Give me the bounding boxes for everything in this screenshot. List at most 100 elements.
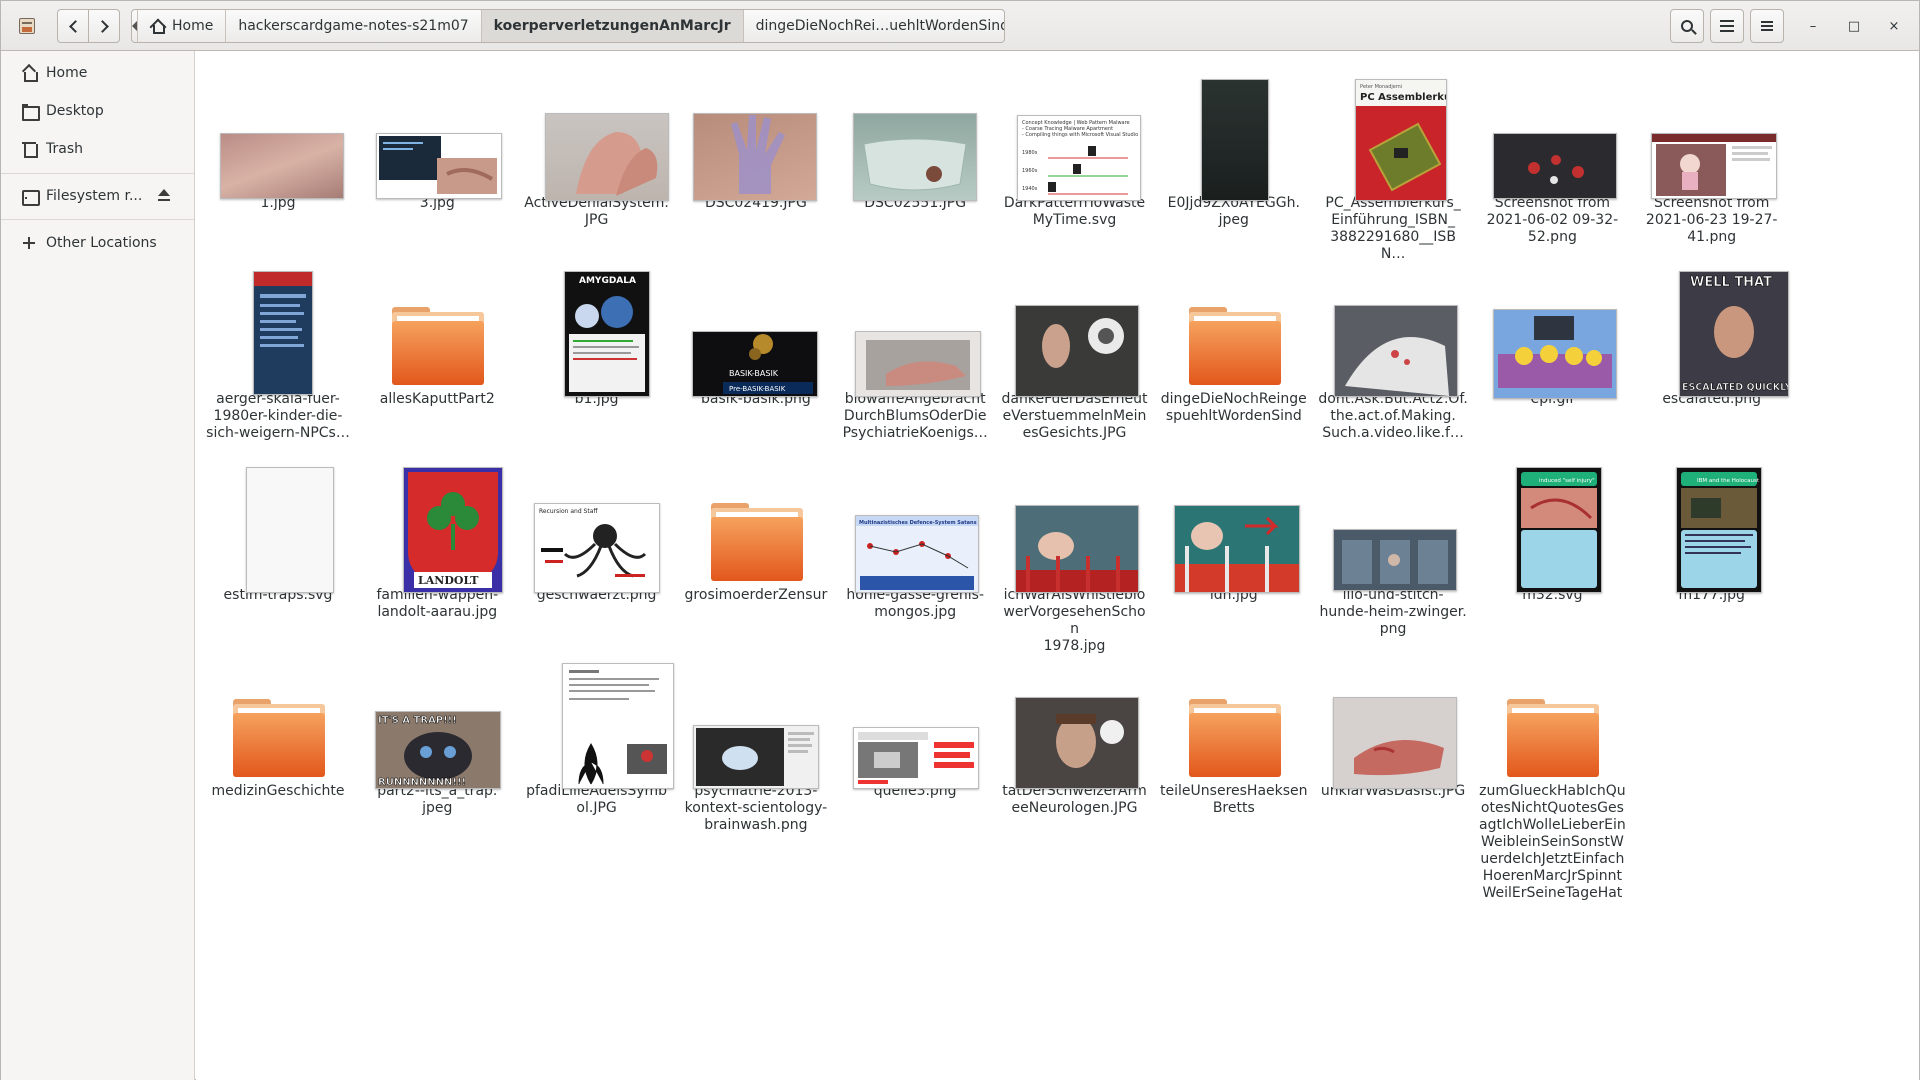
sidebar-item-trash[interactable]: Trash [1,131,194,167]
file-item[interactable]: DSC02419.JPG [676,63,836,212]
sidebar-item-desktop[interactable]: Desktop [1,93,194,129]
folder-icon-wrapper [1472,651,1632,781]
file-item[interactable]: Peter Monadjemi PC Assemblerkurs PC_Asse… [1313,63,1473,263]
file-item[interactable]: dankeFuerDasErneut eVerstuemmelnMein esG… [995,259,1155,442]
svg-text:1940s: 1940s [1022,186,1038,192]
thumbnail [995,651,1155,789]
breadcrumb-hackerscardgame[interactable]: hackerscardgame-notes-s21m07 [226,10,482,42]
file-item[interactable]: dont.Ask.But.Act2.Of. the.act.of.Making.… [1313,259,1473,442]
sidebar-item-filesystem[interactable]: Filesystem r... [1,178,194,214]
header-bar: Home hackerscardgame-notes-s21m07 koerpe… [1,1,1919,51]
file-item[interactable]: Multinazistisches Defence-System Satans … [835,455,995,621]
thumbnail [1154,455,1314,593]
file-item[interactable]: lilo-und-stitch- hunde-heim-zwinger. png [1313,455,1473,638]
folder-item[interactable]: allesKaputtPart2 [357,259,517,408]
file-item[interactable]: Recursion and Staff geschwaerzt.png [517,455,677,604]
file-item[interactable]: BASIK-BASIK Pre-BASIK-BASIK basik-basik.p… [676,259,836,408]
file-item[interactable]: epi.gif [1472,259,1632,408]
folder-icon-wrapper [1154,651,1314,781]
thumbnail [1313,455,1473,591]
sidebar-item-label: Trash [46,141,83,157]
file-name-label: dankeFuerDasErneut eVerstuemmelnMein esG… [1001,391,1148,441]
file-item[interactable]: AMYGDALA b1.jpg [517,259,677,408]
file-name-label: psychiatrie-2013- kontext-scientology- b… [684,783,828,833]
svg-text:1980s: 1980s [1022,150,1038,156]
sidebar-item-label: Other Locations [46,235,157,251]
file-item[interactable]: Concept Knowledge | Web Pattern Malware … [995,63,1155,229]
file-item[interactable]: tatDerSchweizerArm eeNeurologen.JPG [995,651,1155,817]
file-item[interactable]: E0Jjd9ZXoAYEGGh. jpeg [1154,63,1314,229]
file-item[interactable]: 1.jpg [198,63,358,212]
view-toggle-button[interactable] [1710,9,1744,43]
file-item[interactable]: 3.jpg [357,63,517,212]
search-button[interactable] [1670,9,1704,43]
folder-icon-wrapper [676,455,836,585]
sidebar-item-label: Home [46,65,88,81]
file-item[interactable]: estim-traps.svg [198,455,358,604]
svg-text:induced "self injury": induced "self injury" [1539,478,1595,484]
file-name-label: PC_Assemblerkurs_ Einführung_ISBN_ 38822… [1325,195,1461,262]
file-grid: 1.jpg 3.jpg ActiveDenialSystem. JPG DSC0241… [196,51,1919,1080]
minimize-button[interactable]: – [1802,15,1824,37]
file-name-label: Screenshot from 2021-06-02 09-32- 52.png [1486,195,1619,245]
file-item[interactable]: induced "self injury" m32.svg [1472,455,1632,604]
svg-text:PC Assemblerkurs: PC Assemblerkurs [1360,92,1446,103]
folder-item[interactable]: medizinGeschichte [198,651,358,800]
chevron-right-icon [95,19,109,33]
file-item[interactable]: Screenshot from 2021-06-02 09-32- 52.png [1472,63,1632,246]
main-menu-button[interactable] [1750,9,1784,43]
thumbnail: Multinazistisches Defence-System Satans [835,455,995,593]
close-button[interactable]: × [1883,15,1905,37]
forward-button[interactable] [88,9,120,43]
hamburger-menu-icon [1761,21,1773,31]
file-item[interactable]: quelle3.png [835,651,995,800]
sidebar-item-label: Filesystem r... [46,188,143,204]
folder-icon-wrapper [357,259,517,389]
app-menu-icon[interactable] [19,18,35,34]
file-item[interactable]: unklarWasDasIst.JPG [1313,651,1473,800]
file-item[interactable]: Screenshot from 2021-06-23 19-27- 41.png [1632,63,1792,246]
folder-item[interactable]: teileUnseresHaeksen Bretts [1154,651,1314,817]
file-name-label: medizinGeschichte [211,783,345,799]
file-item[interactable]: IT'S A TRAP!!! RUNNNNNNN!!! part2--its_a_… [357,651,517,817]
file-name-label: allesKaputtPart2 [379,391,495,407]
breadcrumb-current-folder[interactable]: koerperverletzungenAnMarcJr [481,10,744,42]
folder-icon [392,307,485,385]
folder-item[interactable]: grosimoerderZensur [676,455,836,604]
thumbnail [1472,259,1632,399]
file-item[interactable]: IBM and the Holocaust m177.jpg [1632,455,1792,604]
file-name-label: dont.Ask.But.Act2.Of. the.act.of.Making.… [1318,391,1468,441]
thumbnail [1154,63,1314,201]
file-item[interactable]: pfadiLilieAdelsSymb ol.JPG [517,651,677,817]
file-item[interactable]: WELL THAT ESCALATED QUICKLY escalated.png [1632,259,1792,408]
file-item[interactable]: aerger-skala-fuer- 1980er-kinder-die- si… [198,259,358,442]
file-item[interactable]: ActiveDenialSystem. JPG [517,63,677,229]
svg-text:Multinazistisches Defence-Syst: Multinazistisches Defence-System Satans [859,520,977,526]
file-item[interactable]: DSC02551.JPG [835,63,995,212]
file-item[interactable]: biowaffeAngebracht DurchBlumsOderDie Psy… [835,259,995,442]
file-item[interactable]: ichWarAlsWhistleblo werVorgesehenSchon 1… [995,455,1155,655]
sidebar-item-home[interactable]: Home [1,55,194,91]
triangle-left-icon [132,21,137,31]
thumbnail: Peter Monadjemi PC Assemblerkurs [1313,63,1473,201]
folder-item[interactable]: dingeDieNochReinge spuehltWordenSind [1154,259,1314,425]
file-item[interactable]: psychiatrie-2013- kontext-scientology- b… [676,651,836,834]
file-item[interactable]: idh.jpg [1154,455,1314,604]
file-manager-window: Home hackerscardgame-notes-s21m07 koerpe… [0,0,1920,1080]
folder-icon [1507,699,1600,777]
back-button[interactable] [57,9,89,43]
file-item[interactable]: LANDOLT familien-wappen- landolt-aarau.jp… [357,455,517,621]
breadcrumb-label: hackerscardgame-notes-s21m07 [238,18,469,34]
breadcrumb-home[interactable]: Home [138,10,227,42]
thumbnail [835,63,995,201]
sidebar-item-other-locations[interactable]: Other Locations [1,225,194,261]
breadcrumb-dinge[interactable]: dingeDieNochRei…uehltWordenSind [744,10,1004,42]
folder-icon [1188,307,1281,385]
maximize-button[interactable]: □ [1843,15,1865,37]
folder-item[interactable]: zumGlueckHabIchQu otesNichtQuotesGes agt… [1472,651,1632,902]
eject-icon[interactable] [157,189,171,203]
folder-icon [1188,699,1281,777]
sidebar-divider [1,173,194,174]
file-name-label: lilo-und-stitch- hunde-heim-zwinger. png [1319,587,1467,637]
thumbnail [517,651,677,789]
